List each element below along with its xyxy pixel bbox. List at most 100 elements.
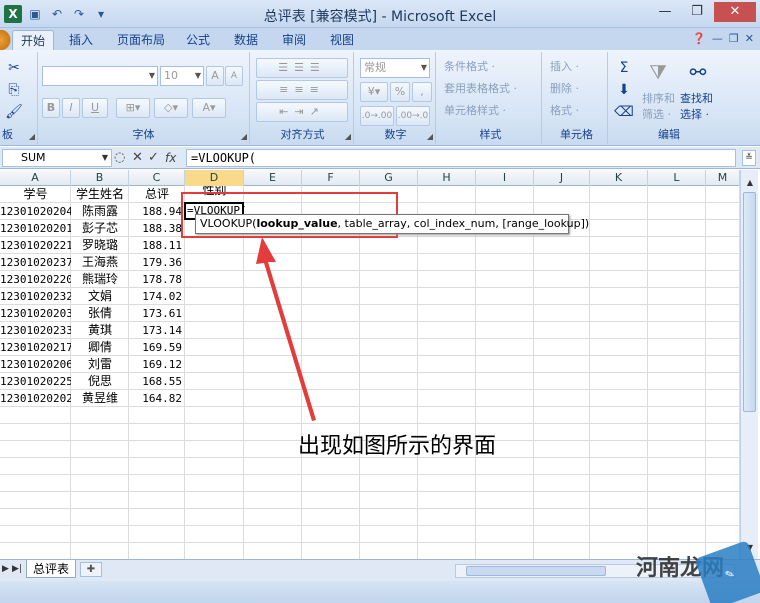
shrink-font-button[interactable]: A	[225, 66, 243, 86]
copy-icon[interactable]: ⎘	[2, 78, 26, 102]
font-size-combo[interactable]: 10 ▼	[160, 66, 204, 86]
cell-student-name[interactable]: 刘雷	[71, 356, 129, 373]
percent-button[interactable]: %	[390, 82, 410, 102]
vertical-scroll-thumb[interactable]	[743, 192, 756, 412]
alignment-launcher-icon[interactable]: ◢	[345, 132, 351, 141]
tab-view[interactable]: 视图	[330, 30, 354, 50]
format-as-table-button[interactable]: 套用表格格式 ·	[444, 80, 517, 96]
cell-student-name[interactable]: 黄琪	[71, 322, 129, 339]
find-select-label-2[interactable]: 选择 ·	[680, 106, 709, 122]
header-cell-score[interactable]: 总评	[129, 186, 185, 203]
cell-student-id[interactable]: 12301020204	[0, 203, 71, 220]
minimize-ribbon-icon[interactable]: —	[712, 32, 723, 45]
insert-sheet-icon[interactable]: ✚	[80, 562, 102, 577]
column-header-h[interactable]: H	[418, 170, 476, 186]
scroll-up-icon[interactable]: ▲	[743, 176, 757, 190]
cell-score[interactable]: 178.78	[129, 271, 185, 288]
column-header-j[interactable]: J	[534, 170, 590, 186]
borders-button[interactable]: ⊞▾	[116, 98, 150, 118]
number-format-combo[interactable]: 常规 ▼	[360, 58, 430, 78]
clear-icon[interactable]: ⌫	[612, 100, 636, 124]
cell-score[interactable]: 169.12	[129, 356, 185, 373]
cell-score[interactable]: 188.38	[129, 220, 185, 237]
close-button[interactable]: ✕	[714, 2, 756, 22]
cell-student-name[interactable]: 张倩	[71, 305, 129, 322]
cell-student-name[interactable]: 彭子芯	[71, 220, 129, 237]
vertical-align-buttons[interactable]: ☰☰☰	[256, 58, 348, 78]
cell-score[interactable]: 164.82	[129, 390, 185, 407]
font-name-combo[interactable]: ▼	[42, 66, 158, 86]
insert-function-icon[interactable]: fx	[165, 149, 176, 167]
italic-button[interactable]: I	[62, 98, 80, 118]
cell-student-id[interactable]: 12301020225	[0, 373, 71, 390]
insert-cells-button[interactable]: 插入 ·	[550, 58, 579, 74]
cell-student-id[interactable]: 12301020202	[0, 390, 71, 407]
font-launcher-icon[interactable]: ◢	[241, 132, 247, 141]
column-header-g[interactable]: G	[360, 170, 418, 186]
cell-student-name[interactable]: 卿倩	[71, 339, 129, 356]
column-header-a[interactable]: A	[0, 170, 71, 186]
column-header-i[interactable]: I	[476, 170, 534, 186]
cell-student-id[interactable]: 12301020232	[0, 288, 71, 305]
enter-icon[interactable]: ✓	[148, 149, 159, 167]
cell-styles-button[interactable]: 单元格样式 ·	[444, 102, 506, 118]
first-sheet-icon[interactable]: ▶	[2, 564, 9, 574]
delete-cells-button[interactable]: 删除 ·	[550, 80, 579, 96]
horizontal-align-buttons[interactable]: ≡≡≡	[256, 80, 348, 100]
expand-formula-bar-icon[interactable]: ≚	[742, 150, 756, 166]
cell-score[interactable]: 169.59	[129, 339, 185, 356]
cell-score[interactable]: 179.36	[129, 254, 185, 271]
tooltip-current-argument[interactable]: lookup_value	[256, 217, 337, 230]
cell-student-id[interactable]: 12301020206	[0, 356, 71, 373]
cell-score[interactable]: 174.02	[129, 288, 185, 305]
increase-decimal-button[interactable]: .0→.00	[360, 106, 394, 126]
bold-button[interactable]: B	[42, 98, 60, 118]
tab-data[interactable]: 数据	[234, 30, 258, 50]
header-cell-name[interactable]: 学生姓名	[71, 186, 129, 203]
cell-score[interactable]: 168.55	[129, 373, 185, 390]
vertical-scrollbar[interactable]: ▲ ▼	[740, 170, 758, 559]
sheet-tab-active[interactable]: 总评表	[26, 560, 76, 578]
close-workbook-icon[interactable]: ✕	[745, 32, 754, 45]
cell-student-name[interactable]: 文娟	[71, 288, 129, 305]
clipboard-launcher-icon[interactable]: ◢	[29, 132, 35, 141]
tab-home[interactable]: 开始	[12, 30, 55, 50]
number-launcher-icon[interactable]: ◢	[427, 132, 433, 141]
fill-color-button[interactable]: ◇▾	[154, 98, 188, 118]
tab-formulas[interactable]: 公式	[186, 30, 210, 50]
minimize-button[interactable]: —	[650, 2, 680, 22]
cell-student-id[interactable]: 12301020220	[0, 271, 71, 288]
help-icon[interactable]: ❓	[692, 32, 706, 45]
column-header-e[interactable]: E	[244, 170, 302, 186]
cell-student-name[interactable]: 熊瑞玲	[71, 271, 129, 288]
column-header-c[interactable]: C	[129, 170, 185, 186]
format-painter-icon[interactable]: 🖌	[2, 100, 26, 124]
comma-button[interactable]: ,	[412, 82, 432, 102]
column-header-m[interactable]: M	[706, 170, 740, 186]
autosum-icon[interactable]: Σ	[612, 56, 636, 80]
find-select-label-1[interactable]: 查找和	[680, 90, 713, 106]
restore-button[interactable]: ❐	[682, 2, 712, 22]
header-cell-id[interactable]: 学号	[0, 186, 71, 203]
cell-score[interactable]: 188.94	[129, 203, 185, 220]
column-header-f[interactable]: F	[302, 170, 360, 186]
fill-icon[interactable]: ⬇	[612, 78, 636, 102]
cut-icon[interactable]: ✂	[2, 56, 26, 80]
horizontal-scroll-thumb[interactable]	[466, 566, 606, 576]
cell-student-name[interactable]: 王海燕	[71, 254, 129, 271]
sort-filter-label-1[interactable]: 排序和	[642, 90, 675, 106]
restore-ribbon-icon[interactable]: ❐	[729, 32, 739, 45]
cell-student-id[interactable]: 12301020201	[0, 220, 71, 237]
cell-score[interactable]: 188.11	[129, 237, 185, 254]
column-header-d[interactable]: D	[185, 170, 244, 186]
tab-review[interactable]: 审阅	[282, 30, 306, 50]
cell-student-id[interactable]: 12301020203	[0, 305, 71, 322]
decrease-decimal-button[interactable]: .00→.0	[396, 106, 430, 126]
column-header-k[interactable]: K	[590, 170, 648, 186]
font-color-button[interactable]: A▾	[192, 98, 226, 118]
currency-button[interactable]: ¥▾	[360, 82, 388, 102]
formula-input[interactable]: =VLOOKUP(	[186, 149, 736, 167]
sort-filter-label-2[interactable]: 筛选 ·	[642, 106, 671, 122]
cell-student-id[interactable]: 12301020237	[0, 254, 71, 271]
tab-page-layout[interactable]: 页面布局	[117, 30, 165, 50]
